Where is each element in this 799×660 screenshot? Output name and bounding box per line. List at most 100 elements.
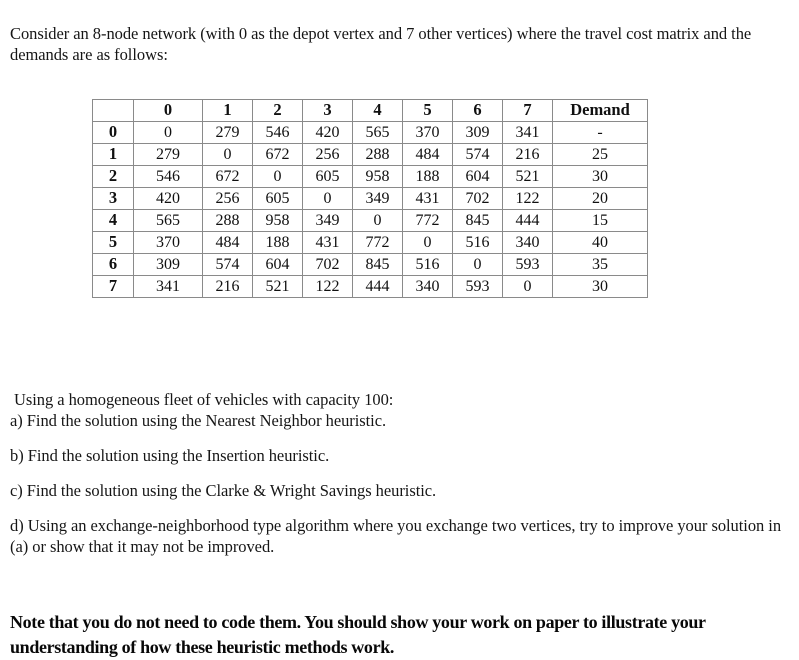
row-header-2: 2	[92, 165, 134, 188]
cell-2-1: 672	[202, 165, 253, 188]
cell-4-4: 0	[352, 209, 403, 232]
cell-0-4: 565	[352, 121, 403, 144]
cell-2-7: 521	[502, 165, 553, 188]
cell-3-4: 349	[352, 187, 403, 210]
cell-4-demand: 15	[552, 209, 648, 232]
cell-6-3: 702	[302, 253, 353, 276]
cell-6-2: 604	[252, 253, 303, 276]
cell-2-2: 0	[252, 165, 303, 188]
table-row: 4 565 288 958 349 0 772 845 444 15	[92, 209, 648, 232]
table-header: 0 1 2 3 4 5 6 7 Demand	[92, 99, 648, 122]
column-header-0: 0	[133, 99, 203, 122]
cell-4-6: 845	[452, 209, 503, 232]
cell-1-6: 574	[452, 143, 503, 166]
cell-0-0: 0	[133, 121, 203, 144]
table-row: 5 370 484 188 431 772 0 516 340 40	[92, 231, 648, 254]
row-header-7: 7	[92, 275, 134, 298]
column-header-5: 5	[402, 99, 453, 122]
cell-7-7: 0	[502, 275, 553, 298]
cell-1-0: 279	[133, 143, 203, 166]
column-header-3: 3	[302, 99, 353, 122]
row-header-3: 3	[92, 187, 134, 210]
instructor-note: Note that you do not need to code them. …	[10, 612, 706, 657]
question-b: b) Find the solution using the Insertion…	[10, 446, 330, 465]
cell-5-3: 431	[302, 231, 353, 254]
table-row: 7 341 216 521 122 444 340 593 0 30	[92, 275, 648, 298]
cell-7-6: 593	[452, 275, 503, 298]
table-body: 0 0 279 546 420 565 370 309 341 - 1 279 …	[92, 121, 648, 298]
column-header-2: 2	[252, 99, 303, 122]
cell-7-2: 521	[252, 275, 303, 298]
column-header-1: 1	[202, 99, 253, 122]
cell-4-2: 958	[252, 209, 303, 232]
cell-5-2: 188	[252, 231, 303, 254]
column-header-6: 6	[452, 99, 503, 122]
cell-6-1: 574	[202, 253, 253, 276]
cell-4-7: 444	[502, 209, 553, 232]
cell-7-3: 122	[302, 275, 353, 298]
cell-6-0: 309	[133, 253, 203, 276]
column-header-7: 7	[502, 99, 553, 122]
cost-and-demand-table: 0 1 2 3 4 5 6 7 Demand 0 0 279 546 420 5…	[92, 99, 648, 298]
cell-0-7: 341	[502, 121, 553, 144]
cell-0-1: 279	[202, 121, 253, 144]
row-header-6: 6	[92, 253, 134, 276]
cell-7-0: 341	[133, 275, 203, 298]
cell-5-0: 370	[133, 231, 203, 254]
table-row: 3 420 256 605 0 349 431 702 122 20	[92, 187, 648, 210]
table-row: 2 546 672 0 605 958 188 604 521 30	[92, 165, 648, 188]
cell-1-7: 216	[502, 143, 553, 166]
row-header-1: 1	[92, 143, 134, 166]
cell-1-2: 672	[252, 143, 303, 166]
cell-6-4: 845	[352, 253, 403, 276]
cell-1-3: 256	[302, 143, 353, 166]
questions-block: Using a homogeneous fleet of vehicles wi…	[10, 389, 792, 557]
cell-3-0: 420	[133, 187, 203, 210]
cell-3-6: 702	[452, 187, 503, 210]
cell-0-6: 309	[452, 121, 503, 144]
document-page: Consider an 8-node network (with 0 as th…	[0, 0, 799, 658]
cell-3-3: 0	[302, 187, 353, 210]
cell-1-1: 0	[202, 143, 253, 166]
column-header-4: 4	[352, 99, 403, 122]
cell-5-7: 340	[502, 231, 553, 254]
question-a: a) Find the solution using the Nearest N…	[10, 411, 387, 430]
cell-6-6: 0	[452, 253, 503, 276]
cell-4-3: 349	[302, 209, 353, 232]
row-header-5: 5	[92, 231, 134, 254]
cell-5-demand: 40	[552, 231, 648, 254]
cell-1-demand: 25	[552, 143, 648, 166]
cell-6-5: 516	[402, 253, 453, 276]
cell-7-demand: 30	[552, 275, 648, 298]
cell-2-6: 604	[452, 165, 503, 188]
cell-7-1: 216	[202, 275, 253, 298]
cell-3-demand: 20	[552, 187, 648, 210]
table-row: 0 0 279 546 420 565 370 309 341 -	[92, 121, 648, 144]
cell-3-1: 256	[202, 187, 253, 210]
cell-3-5: 431	[402, 187, 453, 210]
cell-6-demand: 35	[552, 253, 648, 276]
cell-4-0: 565	[133, 209, 203, 232]
table-row: 1 279 0 672 256 288 484 574 216 25	[92, 143, 648, 166]
table-row: 6 309 574 604 702 845 516 0 593 35	[92, 253, 648, 276]
cell-1-4: 288	[352, 143, 403, 166]
cell-2-0: 546	[133, 165, 203, 188]
cell-2-3: 605	[302, 165, 353, 188]
cell-3-2: 605	[252, 187, 303, 210]
cell-2-4: 958	[352, 165, 403, 188]
question-d: d) Using an exchange-neighborhood type a…	[10, 516, 782, 556]
cell-0-demand: -	[552, 121, 648, 144]
cell-4-1: 288	[202, 209, 253, 232]
cell-0-5: 370	[402, 121, 453, 144]
table-corner-cell	[92, 99, 134, 122]
cost-matrix-container: 0 1 2 3 4 5 6 7 Demand 0 0 279 546 420 5…	[92, 99, 648, 298]
row-header-0: 0	[92, 121, 134, 144]
cell-6-7: 593	[502, 253, 553, 276]
cell-0-2: 546	[252, 121, 303, 144]
cell-0-3: 420	[302, 121, 353, 144]
row-header-4: 4	[92, 209, 134, 232]
column-header-demand: Demand	[552, 99, 648, 122]
cell-2-demand: 30	[552, 165, 648, 188]
question-intro: Using a homogeneous fleet of vehicles wi…	[14, 390, 394, 409]
cell-3-7: 122	[502, 187, 553, 210]
